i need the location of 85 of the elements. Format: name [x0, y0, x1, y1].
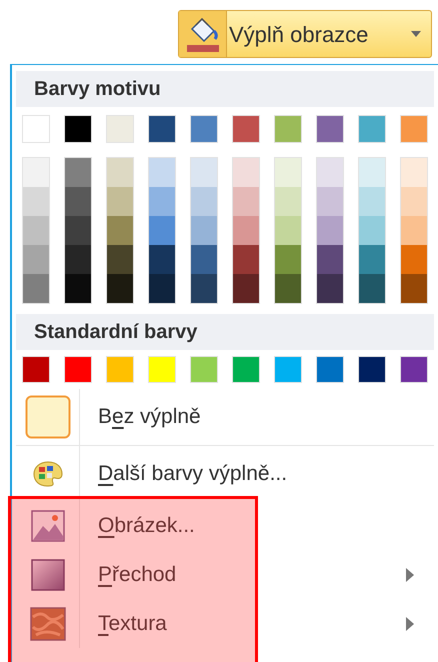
shape-fill-button[interactable]: Výplň obrazce	[178, 10, 432, 58]
color-swatch[interactable]	[401, 216, 427, 245]
color-swatch[interactable]	[106, 115, 134, 143]
color-swatch[interactable]	[274, 356, 302, 383]
color-swatch[interactable]	[317, 245, 343, 274]
color-swatch[interactable]	[275, 187, 301, 216]
color-swatch[interactable]	[400, 356, 428, 383]
color-swatch[interactable]	[275, 216, 301, 245]
color-swatch[interactable]	[191, 187, 217, 216]
dropdown-caret-icon	[411, 31, 421, 37]
color-swatch[interactable]	[149, 187, 175, 216]
color-swatch[interactable]	[190, 356, 218, 383]
empty-fill-icon	[24, 395, 70, 439]
color-swatch[interactable]	[148, 356, 176, 383]
color-swatch[interactable]	[23, 274, 49, 303]
color-swatch[interactable]	[358, 115, 386, 143]
color-swatch[interactable]	[400, 115, 428, 143]
color-swatch[interactable]	[107, 274, 133, 303]
color-swatch[interactable]	[359, 187, 385, 216]
color-swatch[interactable]	[149, 216, 175, 245]
color-swatch[interactable]	[191, 216, 217, 245]
color-swatch[interactable]	[275, 245, 301, 274]
color-swatch[interactable]	[317, 187, 343, 216]
color-swatch[interactable]	[233, 274, 259, 303]
menu-item[interactable]: Textura	[16, 599, 434, 648]
color-swatch[interactable]	[233, 187, 259, 216]
color-swatch[interactable]	[65, 216, 91, 245]
color-swatch[interactable]	[23, 158, 49, 187]
color-swatch[interactable]	[316, 356, 344, 383]
color-swatch[interactable]	[316, 115, 344, 143]
color-swatch[interactable]	[149, 274, 175, 303]
color-swatch[interactable]	[359, 245, 385, 274]
color-swatch[interactable]	[317, 216, 343, 245]
color-swatch[interactable]	[358, 356, 386, 383]
menu-item[interactable]: Další barvy výplně...	[16, 445, 434, 501]
color-swatch[interactable]	[359, 216, 385, 245]
color-swatch[interactable]	[65, 274, 91, 303]
color-swatch[interactable]	[317, 274, 343, 303]
color-swatch[interactable]	[275, 158, 301, 187]
color-swatch[interactable]	[232, 115, 260, 143]
color-swatch[interactable]	[64, 356, 92, 383]
color-swatch[interactable]	[191, 274, 217, 303]
gradient-square-icon	[30, 558, 64, 590]
color-swatch[interactable]	[65, 158, 91, 187]
color-swatch[interactable]	[64, 115, 92, 143]
menu-item[interactable]: Přechod	[16, 550, 434, 599]
color-swatch[interactable]	[107, 158, 133, 187]
menu-item[interactable]: Obrázek...	[16, 501, 434, 550]
color-swatch[interactable]	[22, 115, 50, 143]
color-swatch[interactable]	[317, 158, 343, 187]
color-swatch[interactable]	[22, 356, 50, 383]
color-swatch[interactable]	[23, 216, 49, 245]
color-swatch[interactable]	[190, 115, 218, 143]
color-swatch[interactable]	[23, 245, 49, 274]
color-swatch[interactable]	[191, 158, 217, 187]
menu-item[interactable]: Bez výplně	[16, 389, 434, 445]
color-swatch[interactable]	[65, 187, 91, 216]
color-swatch[interactable]	[148, 115, 176, 143]
color-swatch[interactable]	[274, 115, 302, 143]
color-swatch[interactable]	[401, 245, 427, 274]
color-swatch[interactable]	[23, 187, 49, 216]
color-swatch[interactable]	[149, 158, 175, 187]
color-swatch[interactable]	[65, 245, 91, 274]
color-swatch[interactable]	[401, 187, 427, 216]
color-swatch[interactable]	[233, 158, 259, 187]
landscape-picture-icon	[30, 510, 64, 542]
color-swatch[interactable]	[149, 245, 175, 274]
color-swatch[interactable]	[233, 216, 259, 245]
color-swatch[interactable]	[106, 356, 134, 383]
texture-square-icon	[30, 606, 66, 640]
palette-icon	[32, 460, 62, 486]
section-heading: Barvy motivu	[34, 77, 161, 102]
color-swatch[interactable]	[359, 158, 385, 187]
color-swatch[interactable]	[401, 158, 427, 187]
color-swatch[interactable]	[107, 245, 133, 274]
color-swatch[interactable]	[401, 274, 427, 303]
section-heading: Standardní barvy	[34, 320, 198, 345]
color-swatch[interactable]	[275, 274, 301, 303]
color-swatch[interactable]	[107, 187, 133, 216]
paint-bucket-icon	[186, 15, 220, 53]
color-swatch[interactable]	[359, 274, 385, 303]
color-swatch[interactable]	[191, 245, 217, 274]
color-swatch[interactable]	[232, 356, 260, 383]
color-swatch[interactable]	[107, 216, 133, 245]
color-swatch[interactable]	[233, 245, 259, 274]
